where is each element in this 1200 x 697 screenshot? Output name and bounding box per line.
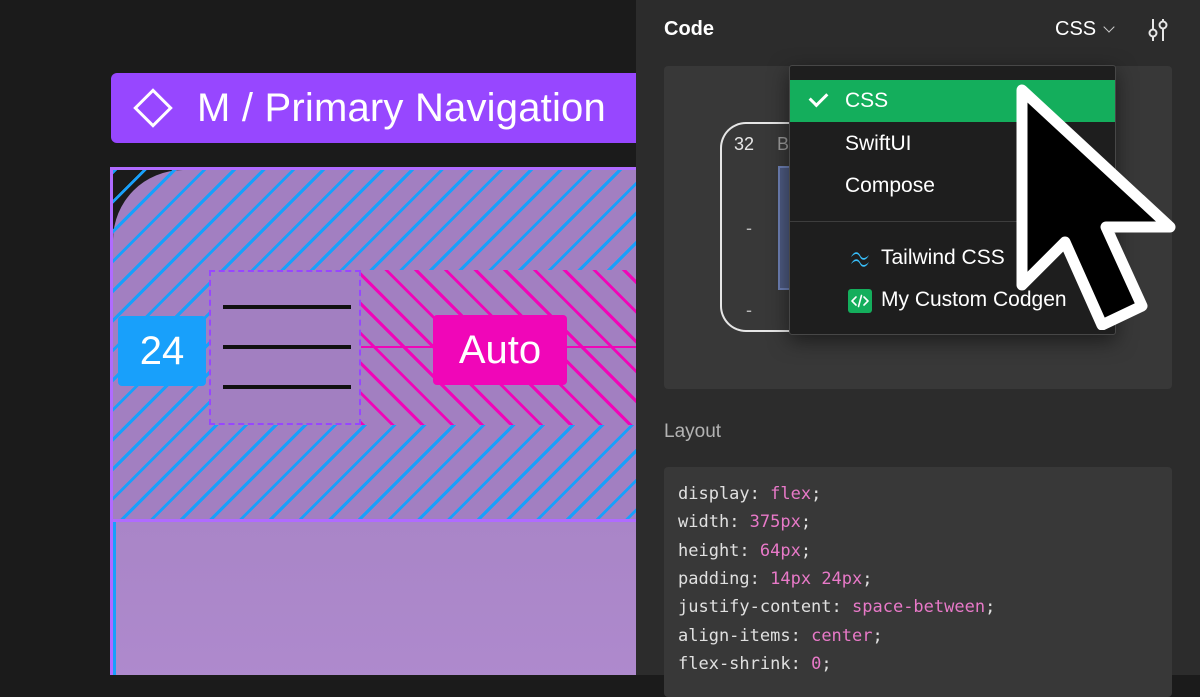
hamburger-bar xyxy=(223,385,351,389)
code-plugin-icon xyxy=(848,289,872,313)
component-diamond-icon xyxy=(133,88,173,128)
mouse-pointer-icon xyxy=(1016,84,1176,330)
dropdown-item-label: SwiftUI xyxy=(845,132,912,155)
padding-value-badge[interactable]: 24 xyxy=(118,316,206,386)
code-line: flex-shrink: 0; xyxy=(678,654,832,674)
settings-sliders-icon[interactable] xyxy=(1144,16,1172,44)
css-value: 14px 24px xyxy=(770,569,863,589)
css-value: space-between xyxy=(852,597,986,617)
css-value: 375px xyxy=(749,512,801,532)
css-property: display xyxy=(678,484,750,504)
dropdown-item-label: Compose xyxy=(845,174,935,197)
panel-title: Code xyxy=(664,18,714,40)
dropdown-item-label: CSS xyxy=(845,89,889,112)
chevron-down-icon xyxy=(1103,21,1115,33)
css-value: flex xyxy=(770,484,812,504)
language-select-value: CSS xyxy=(1055,18,1097,40)
language-select[interactable]: CSS xyxy=(1055,18,1115,41)
content-area xyxy=(113,522,636,675)
css-value: 64px xyxy=(759,541,801,561)
component-name: M / Primary Navigation xyxy=(197,85,606,130)
design-canvas[interactable]: M / Primary Navigation 24 Auto xyxy=(0,0,636,675)
hamburger-bar xyxy=(223,305,351,309)
hamburger-menu-element[interactable] xyxy=(209,270,361,425)
dropdown-item-label: Tailwind CSS xyxy=(881,246,1005,269)
css-property: flex-shrink xyxy=(678,654,791,674)
css-property: height xyxy=(678,541,740,561)
padding-edge xyxy=(113,522,116,675)
preview-letter: B xyxy=(777,134,790,154)
preview-dash: - xyxy=(746,218,752,238)
preview-number: 32 xyxy=(734,134,755,154)
gap-value-badge[interactable]: Auto xyxy=(433,315,567,385)
hamburger-bar xyxy=(223,345,351,349)
tailwind-icon xyxy=(851,252,869,267)
selected-frame[interactable]: 24 Auto xyxy=(110,167,636,675)
code-line: display: flex; xyxy=(678,484,822,504)
css-property: justify-content xyxy=(678,597,832,617)
component-name-label[interactable]: M / Primary Navigation xyxy=(111,73,636,143)
css-value: 0 xyxy=(811,654,822,674)
css-property: width xyxy=(678,512,730,532)
code-line: width: 375px; xyxy=(678,512,812,532)
code-line: align-items: center; xyxy=(678,626,883,646)
check-icon xyxy=(808,87,829,108)
preview-dash: - xyxy=(746,300,752,320)
code-line: height: 64px; xyxy=(678,541,812,561)
code-line: padding: 14px 24px; xyxy=(678,569,873,589)
layout-code-block[interactable]: display: flex; width: 375px; height: 64p… xyxy=(664,467,1172,697)
css-value: center xyxy=(811,626,873,646)
layout-section-label: Layout xyxy=(664,421,722,442)
css-property: padding xyxy=(678,569,750,589)
frame-fill xyxy=(113,170,636,675)
css-property: align-items xyxy=(678,626,791,646)
code-line: justify-content: space-between; xyxy=(678,597,996,617)
